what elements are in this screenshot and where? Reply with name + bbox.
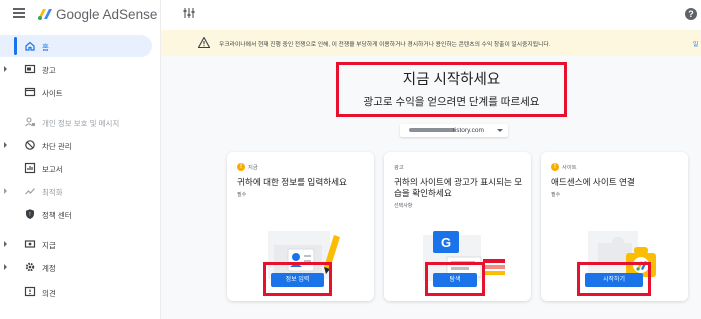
card-tag: ! 사이트 <box>551 163 577 171</box>
help-icon[interactable]: ? <box>685 8 697 20</box>
expand-caret-icon[interactable] <box>4 264 7 270</box>
sidebar-item-optimize[interactable]: 최적화 <box>0 180 152 202</box>
sidebar-item-payments[interactable]: 지급 <box>0 233 152 255</box>
sidebar-item-label: 보고서 <box>42 165 63 174</box>
optimize-icon <box>25 188 35 195</box>
sidebar-item-feedback[interactable]: 의견 <box>0 281 152 303</box>
report-icon <box>24 162 36 174</box>
hamburger-menu-icon[interactable] <box>13 8 25 19</box>
warning-text: 우크라이나에서 현재 진행 중인 전쟁으로 인해, 이 전쟁을 부당하게 이용하… <box>219 42 551 48</box>
sidebar: Google AdSense 홈 광고 사이트 개인 정보 보호 및 메시지 차… <box>0 0 160 319</box>
sidebar-item-policy-center[interactable]: ! 정책 센터 <box>0 203 152 225</box>
card-title: 귀하에 대한 정보를 입력하세요 <box>237 177 347 187</box>
adsense-logo-icon <box>38 9 52 20</box>
page-subtitle: 광고로 수익을 얻으려면 단계를 따르세요 <box>363 96 540 108</box>
svg-text:!: ! <box>29 212 30 218</box>
sidebar-item-label: 홈 <box>42 43 49 52</box>
sidebar-item-label: 개인 정보 보호 및 메시지 <box>42 119 120 128</box>
alert-badge-icon: ! <box>551 163 559 171</box>
chevron-down-icon <box>497 129 503 132</box>
card-title: 애드센스에 사이트 연결 <box>551 177 635 187</box>
warning-banner-link[interactable]: 일 <box>693 39 698 48</box>
policy-icon: ! <box>26 209 34 219</box>
brand-name: Google AdSense <box>56 7 158 22</box>
expand-caret-icon[interactable] <box>4 241 7 247</box>
expand-caret-icon[interactable] <box>4 188 7 194</box>
home-icon <box>25 41 35 51</box>
card-requirement: 필수 <box>237 192 247 198</box>
card-tag-label: 지금 <box>248 165 258 171</box>
sidebar-item-account[interactable]: 계정 <box>0 256 152 278</box>
enter-info-button[interactable]: 정보 입력 <box>271 273 324 287</box>
ad-icon <box>24 64 36 74</box>
card-tag: 광고 <box>394 163 404 171</box>
alert-badge-icon: ! <box>237 163 245 171</box>
sidebar-item-label: 사이트 <box>42 89 63 98</box>
page-title: 지금 시작하세요 <box>402 72 501 88</box>
sidebar-item-home[interactable]: 홈 <box>0 35 152 57</box>
site-selector[interactable]: tistory.com <box>400 124 508 137</box>
brand-bar: Google AdSense <box>0 0 160 28</box>
sidebar-item-label: 정책 센터 <box>42 211 72 220</box>
expand-caret-icon[interactable] <box>4 142 7 148</box>
card-requirement: 필수 <box>551 192 561 198</box>
sidebar-item-ads[interactable]: 광고 <box>0 58 152 80</box>
get-started-button[interactable]: 시작하기 <box>585 273 643 287</box>
sidebar-item-sites[interactable]: 사이트 <box>0 81 152 103</box>
warning-banner: 우크라이나에서 현재 진행 중인 전쟁으로 인해, 이 전쟁을 부당하게 이용하… <box>161 30 701 56</box>
sidebar-item-label: 차단 관리 <box>42 142 72 151</box>
redacted-site-name <box>409 128 455 132</box>
feedback-icon <box>24 286 36 297</box>
sidebar-item-reports[interactable]: 보고서 <box>0 157 152 179</box>
site-icon <box>24 87 36 97</box>
card-tag: ! 지금 <box>237 163 258 171</box>
card-tag-label: 광고 <box>394 165 404 171</box>
privacy-icon <box>25 117 35 127</box>
sidebar-item-privacy[interactable]: 개인 정보 보호 및 메시지 <box>0 111 152 133</box>
warning-icon <box>198 37 210 48</box>
expand-caret-icon[interactable] <box>4 66 7 72</box>
site-selector-value: tistory.com <box>453 127 484 134</box>
block-icon <box>25 140 35 150</box>
gear-icon <box>25 262 35 272</box>
sidebar-item-label: 의견 <box>42 289 56 298</box>
sidebar-item-blocking[interactable]: 차단 관리 <box>0 134 152 156</box>
card-requirement: 선택사항 <box>394 203 413 209</box>
adsense-window: Google AdSense 홈 광고 사이트 개인 정보 보호 및 메시지 차… <box>0 0 701 319</box>
sidebar-item-label: 광고 <box>42 66 56 75</box>
svg-text:G: G <box>441 235 451 250</box>
sidebar-item-label: 최적화 <box>42 188 63 197</box>
card-title: 귀하의 사이트에 광고가 표시되는 모습을 확인하세요 <box>394 177 523 198</box>
tune-icon[interactable] <box>183 6 195 20</box>
payment-icon <box>24 240 36 248</box>
sidebar-item-label: 지급 <box>42 241 56 250</box>
sidebar-item-label: 계정 <box>42 264 56 273</box>
explore-button[interactable]: 탐색 <box>433 273 477 287</box>
card-tag-label: 사이트 <box>562 165 577 171</box>
